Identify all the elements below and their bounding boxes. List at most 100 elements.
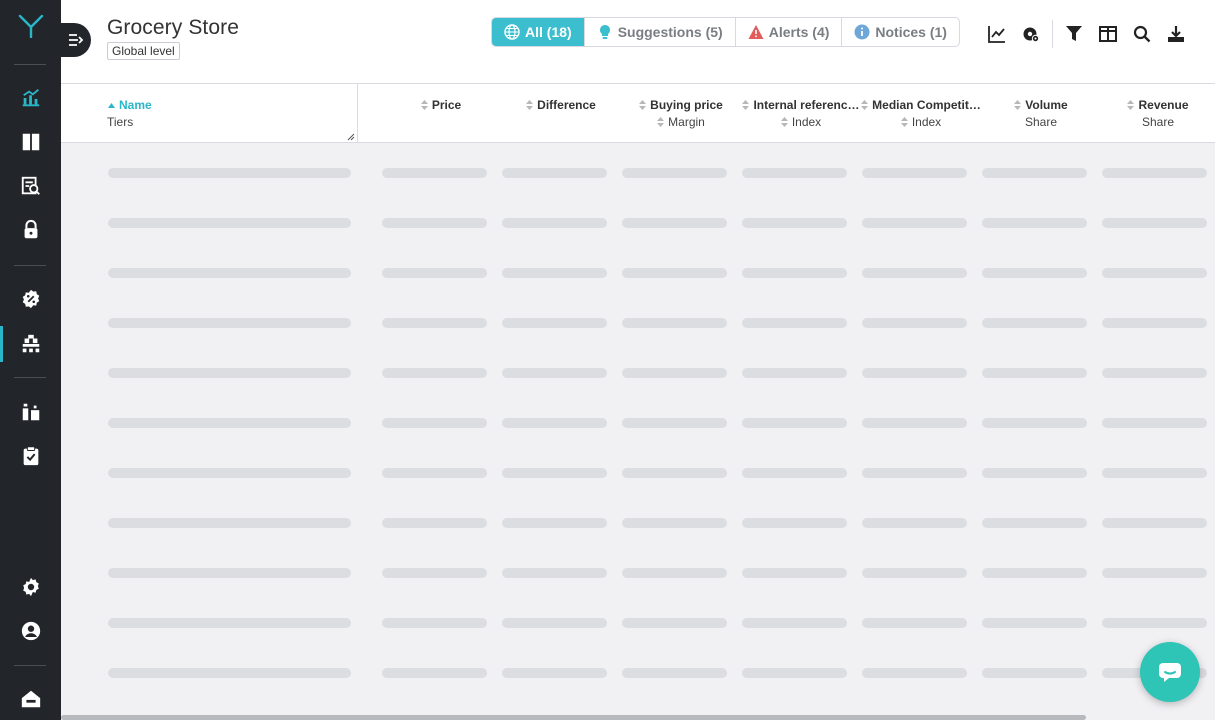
sort-icon [420,100,428,110]
skeleton-cell [862,568,967,578]
sidebar-item-store[interactable] [0,681,61,717]
skeleton-cell [1102,568,1207,578]
skeleton-cell [862,168,967,178]
sidebar-divider [14,265,46,266]
sidebar-item-columns[interactable] [0,124,61,160]
revenue-share-label: Share [1141,115,1175,129]
chat-icon [1159,663,1181,682]
skeleton-cell [742,618,847,628]
name-column-sublabel: Tiers [107,115,134,129]
download-icon [1168,26,1184,42]
filter-icon [1066,26,1082,41]
sidebar [0,0,61,720]
sort-icon [742,100,750,110]
sort-icon [861,100,869,110]
horizontal-scrollbar[interactable] [61,715,1086,720]
sort-icon [657,117,665,127]
skeleton-cell [862,268,967,278]
discount-badge-icon [22,289,39,309]
sidebar-item-discounts[interactable] [0,281,61,317]
skeleton-cell [1102,318,1207,328]
skeleton-cell [862,368,967,378]
skeleton-cell [622,418,727,428]
skeleton-cell [108,268,351,278]
name-sort-header[interactable]: Name [108,98,152,112]
sidebar-item-analytics[interactable] [0,80,61,116]
sidebar-item-lock[interactable] [0,212,61,248]
skeleton-cell [1102,218,1207,228]
skeleton-cell [622,268,727,278]
columns-layout-button[interactable] [1091,22,1125,46]
name-column-header[interactable]: Name Tiers [61,84,358,143]
skeleton-cell [742,468,847,478]
chat-button[interactable] [1140,642,1200,702]
sidebar-item-account[interactable] [0,613,61,649]
search-button[interactable] [1125,22,1159,46]
sort-icon [780,117,788,127]
skeleton-cell [982,618,1087,628]
price-column-header[interactable]: Price [381,84,501,143]
filter-all-button[interactable]: All (18) [492,18,585,46]
globe-icon [504,24,520,40]
skeleton-cell [502,218,607,228]
skeleton-cell [502,568,607,578]
skeleton-cell [742,268,847,278]
app-logo[interactable] [0,8,61,44]
level-badge: Global level [107,42,180,60]
volume-column-header[interactable]: Volume Share [981,84,1101,143]
settings-button[interactable] [1014,22,1048,46]
info-icon [854,24,870,40]
sidebar-item-products[interactable] [0,394,61,430]
settings-gear-icon [1023,27,1040,43]
analytics-icon [22,89,39,107]
skeleton-cell [108,218,351,228]
skeleton-cell [622,668,727,678]
skeleton-cell [742,318,847,328]
filter-button[interactable] [1057,22,1091,46]
skeleton-cell [382,318,487,328]
skeleton-cell [862,418,967,428]
median-competitor-column-header[interactable]: Median Competit… Index [861,84,981,143]
sidebar-item-report-search[interactable] [0,168,61,204]
skeleton-cell [982,168,1087,178]
buying-price-column-header[interactable]: Buying price Margin [621,84,741,143]
toolbar [980,20,1193,48]
skeleton-cell [862,518,967,528]
lightbulb-icon [599,25,610,39]
sidebar-item-tasks[interactable] [0,438,61,474]
skeleton-cell [622,468,727,478]
skeleton-cell [502,668,607,678]
resize-handle-icon[interactable] [347,133,355,141]
skeleton-cell [108,418,351,428]
skeleton-cell [108,618,351,628]
skeleton-cell [382,168,487,178]
user-icon [21,621,40,641]
sidebar-item-tiers[interactable] [0,326,61,362]
skeleton-cell [108,668,351,678]
filter-alerts-button[interactable]: Alerts (4) [736,18,843,46]
skeleton-cell [502,418,607,428]
revenue-column-header[interactable]: Revenue Share [1101,84,1215,143]
skeleton-cell [502,268,607,278]
internal-index-label: Index [791,115,822,129]
filter-notices-button[interactable]: Notices (1) [842,18,959,46]
download-button[interactable] [1159,22,1193,46]
sidebar-item-settings[interactable] [0,569,61,605]
warning-icon [748,25,764,39]
skeleton-cell [622,218,727,228]
filter-suggestions-button[interactable]: Suggestions (5) [585,18,736,46]
name-column-label: Name [119,98,152,112]
skeleton-cell [1102,618,1207,628]
sidebar-toggle-button[interactable] [61,23,91,57]
skeleton-cell [382,668,487,678]
volume-share-label: Share [1024,115,1058,129]
skeleton-cell [108,568,351,578]
toolbar-divider [1052,20,1053,48]
sort-icon [1014,100,1022,110]
skeleton-cell [1102,268,1207,278]
difference-column-header[interactable]: Difference [501,84,621,143]
internal-reference-column-header[interactable]: Internal referenc… Index [741,84,861,143]
chart-button[interactable] [980,22,1014,46]
lock-icon [24,219,37,239]
skeleton-cell [742,518,847,528]
